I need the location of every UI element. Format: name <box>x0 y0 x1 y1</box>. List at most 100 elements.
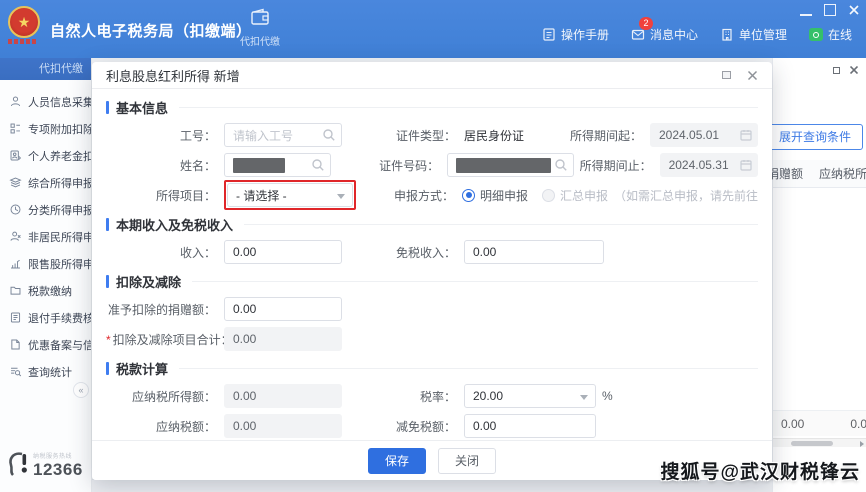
sidebar-item-restricted-shares[interactable]: 限售股所得申报 <box>0 250 91 277</box>
menu-online-label: 在线 <box>828 26 852 43</box>
period-end-field[interactable]: 2024.05.31 <box>660 153 758 177</box>
deduction-total-label: *扣除及减除项目合计： <box>106 331 224 348</box>
row-taxable-rate: 应纳税所得额： 0.00 税率： 20.00 % <box>106 383 758 409</box>
inner-maximize-icon[interactable] <box>833 67 840 74</box>
tax-rate-value: 20.00 <box>473 389 503 403</box>
inner-window-controls <box>833 66 858 74</box>
taxable-income-label: 应纳税所得额： <box>106 388 224 405</box>
radio-disabled-icon <box>542 189 555 202</box>
sidebar-item-special-deduction[interactable]: 专项附加扣除信息 <box>0 115 91 142</box>
search-icon <box>322 128 336 142</box>
donation-input[interactable]: 0.00 <box>224 297 342 321</box>
close-button[interactable]: 关闭 <box>438 448 496 474</box>
job-no-input[interactable]: 请输入工号 <box>224 123 342 147</box>
background-table-row[interactable]: 0.00 0.00 <box>773 410 866 436</box>
exempt-income-label: 免税收入： <box>390 244 464 261</box>
menu-messages[interactable]: 2 消息中心 <box>631 26 698 43</box>
sidebar-item-refund-fee-check[interactable]: 退付手续费核对 <box>0 304 91 331</box>
receipt-icon <box>9 311 22 324</box>
calendar-icon <box>740 159 752 171</box>
dialog-body: 基本信息 工号： 请输入工号 证件类型： 居民身份证 所得期间起： 2024.0… <box>92 89 772 480</box>
brand: ★ 自然人电子税务局（扣缴端） <box>8 6 252 46</box>
dialog-minimize-icon[interactable] <box>722 71 731 79</box>
window-controls <box>800 4 860 16</box>
income-item-label: 所得项目： <box>106 187 224 204</box>
menu-online-status[interactable]: 在线 <box>809 26 852 43</box>
income-item-select[interactable]: - 请选择 - <box>227 183 353 207</box>
radio-label: 汇总申报 <box>560 187 608 204</box>
sidebar-nav: 人员信息采集 专项附加扣除信息 个人养老金扣除信息 综合所得申报 分类所得申报 … <box>0 80 91 385</box>
cert-no-input[interactable] <box>447 153 573 177</box>
close-icon[interactable] <box>848 4 860 16</box>
radio-detailed-declare[interactable]: 明细申报 <box>462 187 528 204</box>
search-icon <box>554 158 568 172</box>
redacted-cert-no <box>456 158 550 173</box>
cert-type-value: 居民身份证 <box>464 127 524 144</box>
job-no-placeholder: 请输入工号 <box>233 127 293 144</box>
menu-unit-management[interactable]: 单位管理 <box>720 26 787 43</box>
layers-icon <box>9 176 22 189</box>
dialog-close-icon[interactable] <box>747 70 758 81</box>
scrollbar-arrow-icon[interactable] <box>860 441 864 447</box>
dialog-controls <box>722 70 758 81</box>
bar-chart-icon <box>9 257 22 270</box>
tab-withholding[interactable]: 代扣代缴 <box>238 8 282 48</box>
name-label: 姓名： <box>106 157 224 174</box>
horizontal-scrollbar[interactable] <box>773 438 866 447</box>
sidebar-item-personnel-info[interactable]: 人员信息采集 <box>0 88 91 115</box>
sidebar-item-nonresident-income[interactable]: 非居民所得申报 <box>0 223 91 250</box>
collapse-sidebar-icon: « <box>78 385 83 395</box>
maximize-icon[interactable] <box>824 4 836 16</box>
cell-value: 0.00 <box>850 417 866 431</box>
sidebar-item-label: 优惠备案与信息报告 <box>28 337 92 353</box>
menu-manual-label: 操作手册 <box>561 26 609 43</box>
background-window: 展开查询条件 捐赠额 应纳税所得 0.00 0.00 <box>772 58 866 492</box>
tax-reduction-input[interactable]: 0.00 <box>464 414 596 438</box>
sidebar-item-label: 查询统计 <box>28 364 72 380</box>
sidebar-item-preference-filing[interactable]: 优惠备案与信息报告 <box>0 331 91 358</box>
exempt-income-input[interactable]: 0.00 <box>464 240 604 264</box>
national-emblem-logo: ★ <box>8 6 42 46</box>
background-table-header: 捐赠额 应纳税所得 <box>773 160 866 188</box>
income-label: 收入： <box>106 244 224 261</box>
inner-close-icon[interactable] <box>850 66 858 74</box>
cert-type-label: 证件类型： <box>390 127 464 144</box>
income-input[interactable]: 0.00 <box>224 240 342 264</box>
sidebar-item-tax-payment[interactable]: 税款缴纳 <box>0 277 91 304</box>
period-start-field[interactable]: 2024.05.01 <box>650 123 758 147</box>
menu-manual[interactable]: 操作手册 <box>542 26 609 43</box>
app-header: ★ 自然人电子税务局（扣缴端） 代扣代缴 操作手册 2 <box>0 0 866 58</box>
sidebar-item-comprehensive-income[interactable]: 综合所得申报 <box>0 169 91 196</box>
income-item-value: - 请选择 - <box>236 187 287 204</box>
save-button[interactable]: 保存 <box>368 448 426 474</box>
deduction-total-field: 0.00 <box>224 327 342 351</box>
job-no-label: 工号： <box>106 127 224 144</box>
sidebar-item-query-statistics[interactable]: 查询统计 <box>0 358 91 385</box>
period-end-label: 所得期间止： <box>574 157 660 174</box>
cert-no-label: 证件号码： <box>379 157 447 174</box>
radio-summary-declare[interactable]: 汇总申报 <box>542 187 608 204</box>
sidebar-item-classified-income[interactable]: 分类所得申报 <box>0 196 91 223</box>
sidebar-item-pension-deduction[interactable]: 个人养老金扣除信息 <box>0 142 91 169</box>
donation-label: 准予扣除的捐赠额： <box>106 301 224 318</box>
cell-value: 0.00 <box>781 417 804 431</box>
taxable-income-value: 0.00 <box>233 389 256 403</box>
chevron-down-icon <box>580 395 588 400</box>
section-divider <box>244 224 758 225</box>
expand-query-button[interactable]: 展开查询条件 <box>767 124 863 150</box>
emblem-icon: ★ <box>8 6 40 38</box>
name-input[interactable] <box>224 153 331 177</box>
minimize-icon[interactable] <box>800 4 812 16</box>
section-bar <box>106 275 109 288</box>
tax-rate-select[interactable]: 20.00 <box>464 384 596 408</box>
building-icon <box>720 28 734 41</box>
summary-declare-note: （如需汇总申报，请先前往办税服务厅进行开通） <box>614 187 758 204</box>
scrollbar-thumb[interactable] <box>791 441 833 446</box>
sidebar-item-label: 税款缴纳 <box>28 283 72 299</box>
sidebar-collapse-button[interactable]: « <box>73 382 89 398</box>
tax-reduction-value: 0.00 <box>473 419 496 433</box>
clock-icon <box>9 203 22 216</box>
section-tax-calc: 税款计算 <box>106 359 758 378</box>
sidebar-item-label: 专项附加扣除信息 <box>28 121 92 137</box>
row-income-exempt: 收入： 0.00 免税收入： 0.00 <box>106 239 758 265</box>
